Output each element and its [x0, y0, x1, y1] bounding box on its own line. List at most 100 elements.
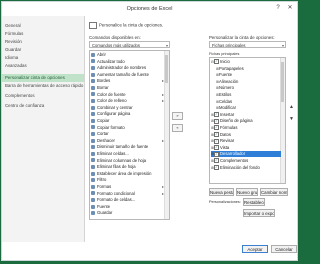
tab-checkbox[interactable]: ✓: [214, 158, 219, 164]
ribbon-tree-item[interactable]: ⊞✓ Eliminación del fondo: [211, 165, 281, 171]
command-icon: [91, 59, 95, 64]
ribbon-tree-item[interactable]: ⊟✓ Inicio: [211, 59, 281, 65]
command-item[interactable]: Eliminar columnas de hoja: [91, 158, 165, 164]
cancel-button[interactable]: Cancelar: [271, 245, 297, 253]
ribbon-tree-item[interactable]: ⊞Alineación: [211, 79, 281, 85]
ribbon-tree-item[interactable]: ⊞✓ Desarrollador: [211, 151, 281, 158]
left-combo-label: Comandos disponibles en:: [89, 35, 141, 40]
command-icon: [91, 99, 95, 104]
nav-item[interactable]: General: [2, 22, 84, 30]
new-group-button[interactable]: Nuevo grupo: [236, 188, 258, 196]
ribbon-tree-item[interactable]: ⊞Portapapeles: [211, 66, 281, 72]
ribbon-tree-item[interactable]: ⊞✓ Insertar: [211, 112, 281, 118]
tab-checkbox[interactable]: ✓: [214, 125, 219, 131]
command-label: Disminuir tamaño de fuente: [97, 144, 149, 150]
remove-button[interactable]: «: [172, 124, 183, 132]
nav-item[interactable]: Idioma: [2, 54, 84, 62]
commands-source-select[interactable]: Comandos más utilizados ▾: [89, 41, 170, 48]
command-item[interactable]: Abrir: [91, 52, 165, 58]
ribbon-tree[interactable]: ⊟✓ Inicio ⊞Portapapeles ⊞Fuente ⊞Alineación ⊞…: [209, 57, 286, 184]
tab-checkbox[interactable]: ✓: [214, 138, 219, 144]
command-item[interactable]: Formato condicional ▸: [91, 191, 165, 197]
command-item[interactable]: Administrador de nombres: [91, 65, 165, 71]
nav-item[interactable]: Personalizar cinta de opciones: [2, 74, 84, 82]
nav-item[interactable]: Revisión: [2, 38, 84, 46]
ribbon-tree-item[interactable]: ⊞Modificar: [211, 105, 281, 111]
tab-checkbox[interactable]: ✓: [214, 59, 219, 65]
close-icon[interactable]: ✕: [285, 3, 295, 13]
ribbon-tree-item[interactable]: ⊞✓ Vista: [211, 145, 281, 151]
ribbon-tree-item[interactable]: ⊞Estilos: [211, 92, 281, 98]
nav-item[interactable]: Fórmulas: [2, 30, 84, 38]
new-tab-button[interactable]: Nueva pestaña: [209, 188, 234, 196]
ribbon-tabs-select[interactable]: Fichas principales ▾: [209, 41, 286, 48]
ribbon-tree-item[interactable]: ⊞✓ Revisar: [211, 138, 281, 144]
tab-checkbox[interactable]: ✓: [214, 112, 219, 118]
nav-item[interactable]: Complementos: [2, 92, 84, 100]
command-item[interactable]: Combinar y centrar: [91, 105, 165, 111]
command-label: Copiar formato: [97, 124, 125, 130]
tab-checkbox[interactable]: ✓: [214, 164, 219, 170]
command-item[interactable]: Bordes ▸: [91, 78, 165, 84]
reset-dropdown[interactable]: Restablecer ▾: [243, 198, 265, 206]
command-label: Formas: [97, 184, 112, 189]
command-icon: [91, 105, 95, 110]
ok-button[interactable]: Aceptar: [242, 245, 268, 253]
command-item[interactable]: Guardar: [91, 210, 165, 216]
command-item[interactable]: Filtro: [91, 177, 165, 183]
rename-button[interactable]: Cambiar nombre...: [260, 188, 288, 196]
command-item[interactable]: Deshacer ▸: [91, 138, 165, 144]
command-icon: [91, 178, 95, 183]
command-item[interactable]: Eliminar filas de hoja: [91, 164, 165, 170]
command-item[interactable]: Copiar: [91, 118, 165, 124]
command-item[interactable]: Cortar: [91, 131, 165, 137]
tab-checkbox[interactable]: ✓: [214, 118, 219, 124]
nav-item[interactable]: Barra de herramientas de acceso rápido: [2, 82, 84, 90]
ribbon-tree-item[interactable]: ⊞Fuente: [211, 72, 281, 78]
command-item[interactable]: Disminuir tamaño de fuente: [91, 144, 165, 150]
nav-item[interactable]: Guardar: [2, 46, 84, 54]
command-item[interactable]: Aumentar tamaño de fuente: [91, 72, 165, 78]
command-item[interactable]: Formato de celdas...: [91, 197, 165, 203]
command-item[interactable]: Fuente: [91, 204, 165, 210]
tab-checkbox[interactable]: ✓: [214, 145, 219, 151]
move-down-icon[interactable]: ▼: [288, 116, 295, 123]
submenu-arrow-icon: ▸: [161, 78, 164, 84]
tree-item-label: Portapapeles: [219, 65, 244, 71]
ribbon-tree-item[interactable]: ⊞✓ Diseño de página: [211, 118, 281, 124]
command-item[interactable]: Formas ▸: [91, 184, 165, 190]
command-item[interactable]: Eliminar celdas...: [91, 151, 165, 157]
nav-item[interactable]: Centro de confianza: [2, 102, 84, 110]
scroll-thumb[interactable]: [281, 62, 284, 102]
command-icon: [91, 204, 95, 209]
tab-checkbox[interactable]: ✓: [214, 151, 219, 157]
add-button[interactable]: »: [172, 112, 183, 120]
scroll-thumb[interactable]: [165, 55, 168, 83]
command-item[interactable]: Configurar página: [91, 111, 165, 117]
ribbon-tree-item[interactable]: ⊞✓ Complementos: [211, 158, 281, 164]
command-item[interactable]: Actualizar todo: [91, 59, 165, 65]
command-label: Eliminar columnas de hoja: [97, 157, 147, 163]
command-icon: [91, 158, 95, 163]
ribbon-tree-item[interactable]: ⊞✓ Datos: [211, 132, 281, 138]
help-icon[interactable]: ?: [273, 3, 283, 13]
command-icon: [91, 125, 95, 130]
ribbon-tree-item[interactable]: ⊞✓ Fórmulas: [211, 125, 281, 131]
command-item[interactable]: Establecer área de impresión: [91, 171, 165, 177]
command-label: Formato condicional: [97, 190, 135, 196]
nav-item[interactable]: Avanzadas: [2, 62, 84, 70]
ribbon-tree-item[interactable]: ⊞Celdas: [211, 99, 281, 105]
commands-list[interactable]: Abrir Actualizar todo Administrador de nom…: [89, 50, 170, 220]
move-up-icon[interactable]: ▲: [288, 104, 295, 111]
tree-item-label: Insertar: [220, 111, 235, 117]
tab-checkbox[interactable]: ✓: [214, 131, 219, 137]
command-item[interactable]: Borrar: [91, 85, 165, 91]
command-label: Establecer área de impresión: [97, 170, 152, 176]
command-item[interactable]: Color de fuente ▸: [91, 92, 165, 98]
command-item[interactable]: Color de relleno ▸: [91, 98, 165, 104]
import-export-dropdown[interactable]: Importar o exportar ▾: [243, 209, 275, 217]
command-item[interactable]: Copiar formato: [91, 125, 165, 131]
command-label: Deshacer: [97, 137, 115, 143]
submenu-arrow-icon: ▸: [161, 190, 164, 196]
ribbon-tree-item[interactable]: ⊞Número: [211, 85, 281, 91]
